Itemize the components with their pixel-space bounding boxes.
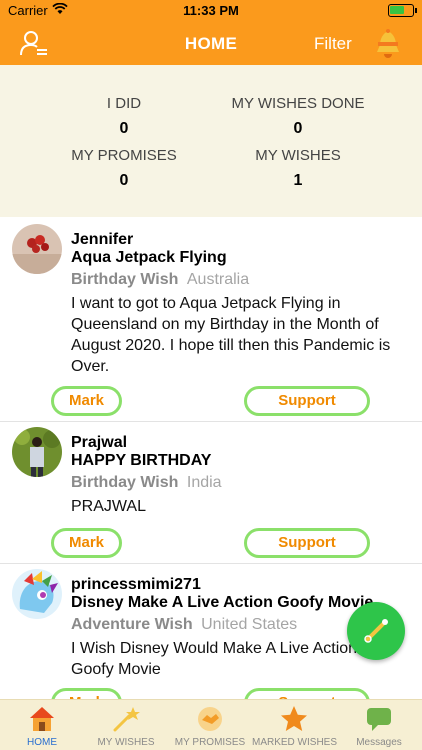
top-bar: Carrier 11:33 PM HOME Filter: [0, 0, 422, 65]
wish-category: Birthday Wish: [71, 271, 179, 288]
stat-my-wishes[interactable]: MY WISHES 1: [198, 147, 398, 190]
stats-panel: I DID 0 MY WISHES DONE 0 MY PROMISES 0 M…: [0, 65, 422, 217]
shooting-star-icon: [111, 704, 141, 734]
mark-button[interactable]: Mark: [51, 528, 122, 558]
filter-button[interactable]: Filter: [314, 34, 352, 54]
tab-label: HOME: [27, 737, 57, 748]
wish-username: princessmimi271: [71, 576, 201, 593]
stat-value: 0: [293, 120, 303, 137]
wish-location: United States: [201, 616, 298, 633]
tab-messages[interactable]: Messages: [336, 700, 422, 750]
wish-category: Birthday Wish: [71, 474, 179, 491]
wish-card[interactable]: Jennifer Aqua Jetpack Flying Birthday Wi…: [0, 219, 422, 422]
magic-wand-icon: [364, 619, 388, 643]
avatar[interactable]: [12, 427, 62, 477]
avatar[interactable]: [12, 224, 62, 274]
wish-username: Jennifer: [71, 231, 134, 248]
tab-bar: HOME MY WISHES MY PROMISES MARKED WISHES: [0, 699, 422, 750]
wish-title: Disney Make A Live Action Goofy Movie: [71, 594, 374, 611]
wish-description: PRAJWAL: [71, 498, 146, 515]
mark-button[interactable]: Mark: [51, 386, 122, 416]
support-button[interactable]: Support: [244, 688, 370, 699]
status-bar: Carrier 11:33 PM: [0, 0, 422, 22]
tab-my-promises[interactable]: MY PROMISES: [168, 700, 252, 750]
tab-my-wishes[interactable]: MY WISHES: [84, 700, 168, 750]
mark-button[interactable]: Mark: [51, 688, 122, 699]
tab-marked-wishes[interactable]: MARKED WISHES: [252, 700, 338, 750]
bell-icon[interactable]: [374, 28, 402, 60]
battery-icon: [388, 4, 417, 17]
avatar[interactable]: [12, 569, 62, 619]
star-icon: [279, 704, 309, 734]
page-title: HOME: [184, 34, 238, 53]
wish-category: Adventure Wish: [71, 616, 193, 633]
support-button[interactable]: Support: [244, 528, 370, 558]
wish-meta: Birthday Wish Australia: [71, 271, 249, 289]
wish-location: India: [186, 474, 222, 491]
wish-username: Prajwal: [71, 434, 128, 451]
wish-card[interactable]: Prajwal HAPPY BIRTHDAY Birthday Wish Ind…: [0, 422, 422, 564]
stat-label: MY WISHES DONE: [231, 95, 365, 112]
tab-label: Messages: [356, 737, 402, 748]
clock: 11:33 PM: [183, 3, 239, 18]
wish-meta: Birthday Wish India: [71, 474, 222, 492]
stat-label: MY PROMISES: [71, 147, 177, 164]
tab-label: MY PROMISES: [174, 737, 246, 748]
stat-my-promises[interactable]: MY PROMISES 0: [24, 147, 224, 190]
stat-label: MY WISHES: [255, 147, 341, 164]
wish-meta: Adventure Wish United States: [71, 616, 297, 634]
stat-my-wishes-done[interactable]: MY WISHES DONE 0: [198, 95, 398, 138]
stat-value: 0: [119, 172, 129, 189]
add-wish-button[interactable]: [347, 602, 405, 660]
nav-bar: HOME Filter: [0, 22, 422, 65]
stat-i-did[interactable]: I DID 0: [24, 95, 224, 138]
handshake-icon: [195, 704, 225, 734]
tab-home[interactable]: HOME: [0, 700, 84, 750]
wish-description: I want to got to Aqua Jetpack Flying in …: [71, 295, 391, 375]
support-button[interactable]: Support: [244, 386, 370, 416]
stat-value: 1: [293, 172, 303, 189]
tab-label: MARKED WISHES: [252, 737, 338, 748]
house-icon: [27, 704, 57, 734]
chat-bubble-icon: [364, 704, 394, 734]
wish-location: Australia: [186, 271, 250, 288]
stat-label: I DID: [106, 95, 142, 112]
tab-label: MY WISHES: [97, 737, 155, 748]
stat-value: 0: [119, 120, 129, 137]
wish-title: HAPPY BIRTHDAY: [71, 452, 212, 469]
wish-title: Aqua Jetpack Flying: [71, 249, 227, 266]
